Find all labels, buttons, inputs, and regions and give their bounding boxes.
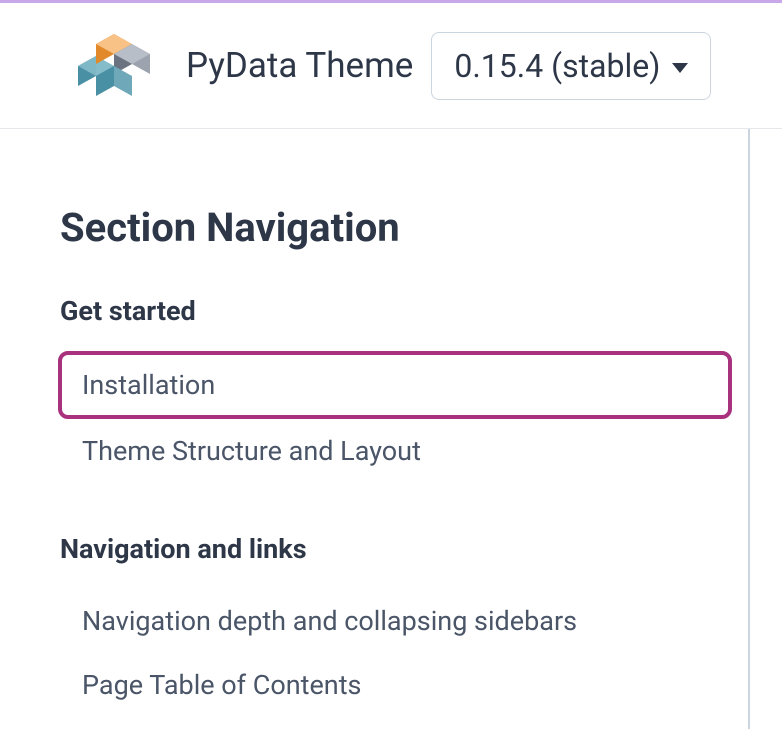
nav-link-installation[interactable]: Installation <box>58 351 732 419</box>
chevron-down-icon <box>672 63 688 73</box>
version-label: 0.15.4 (stable) <box>454 47 660 85</box>
nav-link-nav-depth[interactable]: Navigation depth and collapsing sidebars <box>62 589 748 653</box>
sidebar: Section Navigation Get started Installat… <box>0 129 750 729</box>
group-heading: Navigation and links <box>60 533 748 565</box>
pydata-logo-icon[interactable] <box>58 26 168 106</box>
header: PyData Theme 0.15.4 (stable) <box>0 3 782 129</box>
version-selector[interactable]: 0.15.4 (stable) <box>431 32 711 100</box>
nav-group-navigation-links: Navigation and links Navigation depth an… <box>60 533 748 717</box>
nav-link-page-toc[interactable]: Page Table of Contents <box>62 653 748 717</box>
brand-title[interactable]: PyData Theme <box>186 45 413 86</box>
group-heading: Get started <box>60 295 748 327</box>
sidebar-heading: Section Navigation <box>60 204 748 251</box>
nav-link-theme-structure[interactable]: Theme Structure and Layout <box>62 419 748 483</box>
content-wrapper: Section Navigation Get started Installat… <box>0 129 782 729</box>
nav-group-get-started: Get started Installation Theme Structure… <box>60 295 748 483</box>
